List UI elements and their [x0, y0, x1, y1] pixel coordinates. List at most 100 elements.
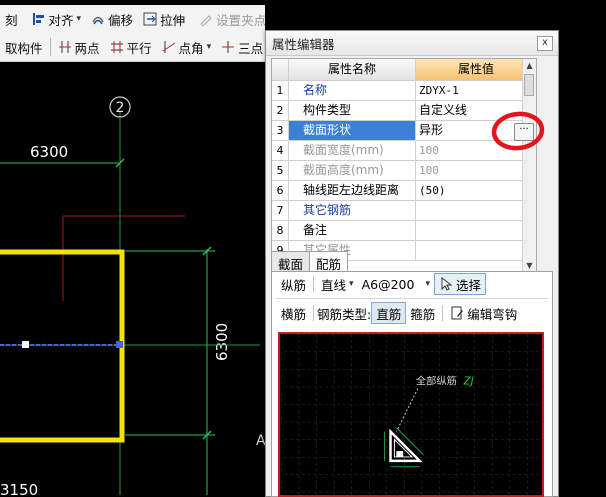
row-value[interactable]: [416, 241, 536, 260]
straight-rebar-button[interactable]: 直筋: [371, 302, 407, 324]
edit-bend-button[interactable]: 编辑弯钩: [446, 303, 521, 323]
transverse-button[interactable]: 横筋: [277, 303, 310, 323]
cursor-icon: [441, 277, 453, 291]
tab-section[interactable]: 截面: [271, 251, 311, 272]
chevron-down-icon: ▾: [349, 279, 354, 289]
grid-scrollbar[interactable]: ▲ ▼: [522, 59, 536, 272]
dim-label-bottom: 3150: [0, 481, 38, 495]
row-num: 8: [272, 221, 289, 240]
cut-button[interactable]: 刻: [0, 8, 23, 30]
pencil-icon: [200, 15, 212, 26]
stretch-button[interactable]: 拉伸: [138, 8, 190, 30]
three-point-button[interactable]: 三点: [216, 36, 268, 58]
close-icon[interactable]: x: [537, 36, 553, 51]
spec-value: A6@200: [361, 276, 415, 292]
scroll-up-icon[interactable]: ▲: [523, 59, 536, 72]
set-vertex-label: 设置夹点: [216, 12, 267, 28]
cut-label: 刻: [5, 12, 18, 28]
rebar-toolbar-row2: 横筋 钢筋类型: 直筋 箍筋 编辑弯钩: [272, 301, 552, 325]
align-button[interactable]: 对齐 ▾: [27, 8, 87, 30]
align-icon: [32, 13, 44, 25]
row-num: 7: [272, 201, 289, 220]
rebar-canvas[interactable]: 全部纵筋 ZJ: [278, 332, 544, 497]
line-mode-select[interactable]: 直线 ▾: [317, 274, 358, 294]
stirrup-label: 箍筋: [410, 306, 436, 322]
line-mode-label: 直线: [321, 277, 347, 293]
row-divider: [276, 298, 548, 299]
straight-label: 直筋: [376, 306, 402, 322]
row-name: 构件类型: [289, 101, 416, 120]
row-name: 截面宽度(mm): [289, 141, 416, 160]
pick-label: 取构件: [5, 40, 43, 56]
header-value-col: 属性值: [416, 59, 536, 80]
rebar-type-label: 钢筋类型:: [317, 306, 372, 322]
row-name: 截面高度(mm): [289, 161, 416, 180]
parallel-label: 平行: [126, 40, 152, 56]
table-row[interactable]: 1 名称 ZDYX-1: [272, 81, 536, 101]
table-row[interactable]: 6 轴线距左边线距离 (50): [272, 181, 536, 201]
set-vertex-button[interactable]: 设置夹点: [194, 8, 271, 30]
rebar-toolbar-row1: 纵筋 直线 ▾ A6@200 ▾ 选择: [272, 272, 552, 296]
all-long-code: ZJ: [463, 376, 474, 388]
toolbar-divider: [49, 38, 51, 56]
chevron-down-icon: ▾: [425, 279, 430, 289]
row-value[interactable]: [416, 201, 536, 220]
table-row[interactable]: 5 截面高度(mm) 100: [272, 161, 536, 181]
chevron-down-icon: ▾: [206, 42, 212, 52]
select-button[interactable]: 选择: [433, 273, 486, 295]
grip-point[interactable]: [22, 341, 29, 348]
stretch-label: 拉伸: [160, 12, 186, 28]
header-num: [272, 59, 289, 80]
longitudinal-button[interactable]: 纵筋: [277, 274, 310, 294]
dim-label-right: 6300: [213, 323, 231, 361]
toolbar-divider: [313, 305, 315, 321]
two-point-icon: [58, 41, 71, 53]
row-name: 名称: [289, 81, 416, 100]
rebar-point[interactable]: [396, 451, 404, 457]
row-value[interactable]: (50): [416, 181, 536, 200]
scroll-thumb[interactable]: [524, 74, 534, 96]
longitudinal-label: 纵筋: [281, 277, 307, 293]
tab-rebar[interactable]: 配筋: [309, 251, 349, 272]
two-point-label: 两点: [74, 40, 100, 56]
rebar-panel: 纵筋 直线▾ A6@200▾ 选择 横筋 钢筋类型: 直筋 箍筋 编辑弯钩: [271, 271, 553, 497]
pick-button[interactable]: 取构件: [0, 36, 48, 58]
two-point-button[interactable]: 两点: [53, 36, 105, 58]
spec-select[interactable]: A6@200 ▾: [358, 274, 434, 294]
three-point-icon: [222, 41, 235, 53]
row-value[interactable]: ZDYX-1: [416, 81, 536, 100]
property-grid: 属性名称 属性值 1 名称 ZDYX-1 2 构件类型 自定义线 3 截面形状 …: [271, 58, 537, 273]
parallel-button[interactable]: 平行: [105, 36, 157, 58]
row-value[interactable]: [416, 221, 536, 240]
row-num: 6: [272, 181, 289, 200]
top-toolbar: 刻 对齐 ▾ 偏移 拉伸 设置夹点: [0, 5, 266, 34]
stirrup-button[interactable]: 箍筋: [406, 303, 439, 323]
offset-button[interactable]: 偏移: [86, 8, 138, 30]
stretch-icon: [143, 12, 157, 26]
row-num: 4: [272, 141, 289, 160]
row-value[interactable]: 100: [416, 161, 536, 180]
grip-point-end[interactable]: [116, 341, 123, 348]
draw-toolbar: 取构件 两点 平行 点角 ▾ 三点: [0, 33, 270, 62]
point-angle-button[interactable]: 点角 ▾: [157, 36, 217, 58]
transverse-label: 横筋: [281, 306, 307, 322]
table-row[interactable]: 7 其它钢筋: [272, 201, 536, 221]
row-num: 2: [272, 101, 289, 120]
grid-header: 属性名称 属性值: [272, 59, 536, 81]
window-title: 属性编辑器: [266, 31, 558, 56]
align-label: 对齐: [48, 12, 74, 28]
edit-document-icon: [451, 306, 464, 320]
dim-label-top: 6300: [30, 143, 68, 161]
header-name-col: 属性名称: [289, 59, 416, 80]
property-editor-window: 属性编辑器 x 属性名称 属性值 1 名称 ZDYX-1 2 构件类型 自定义线…: [265, 30, 559, 497]
cad-canvas[interactable]: 2 6300 6300 3150 A: [0, 91, 270, 495]
table-row[interactable]: 8 备注: [272, 221, 536, 241]
toolbar-divider: [442, 305, 444, 321]
rebar-grid: [281, 334, 541, 495]
select-label: 选择: [455, 277, 481, 293]
row-num: 5: [272, 161, 289, 180]
point-angle-icon: [162, 41, 175, 53]
all-long-label: 全部纵筋: [416, 375, 457, 388]
point-angle-label: 点角: [178, 40, 204, 56]
row-num: 3: [272, 121, 289, 140]
